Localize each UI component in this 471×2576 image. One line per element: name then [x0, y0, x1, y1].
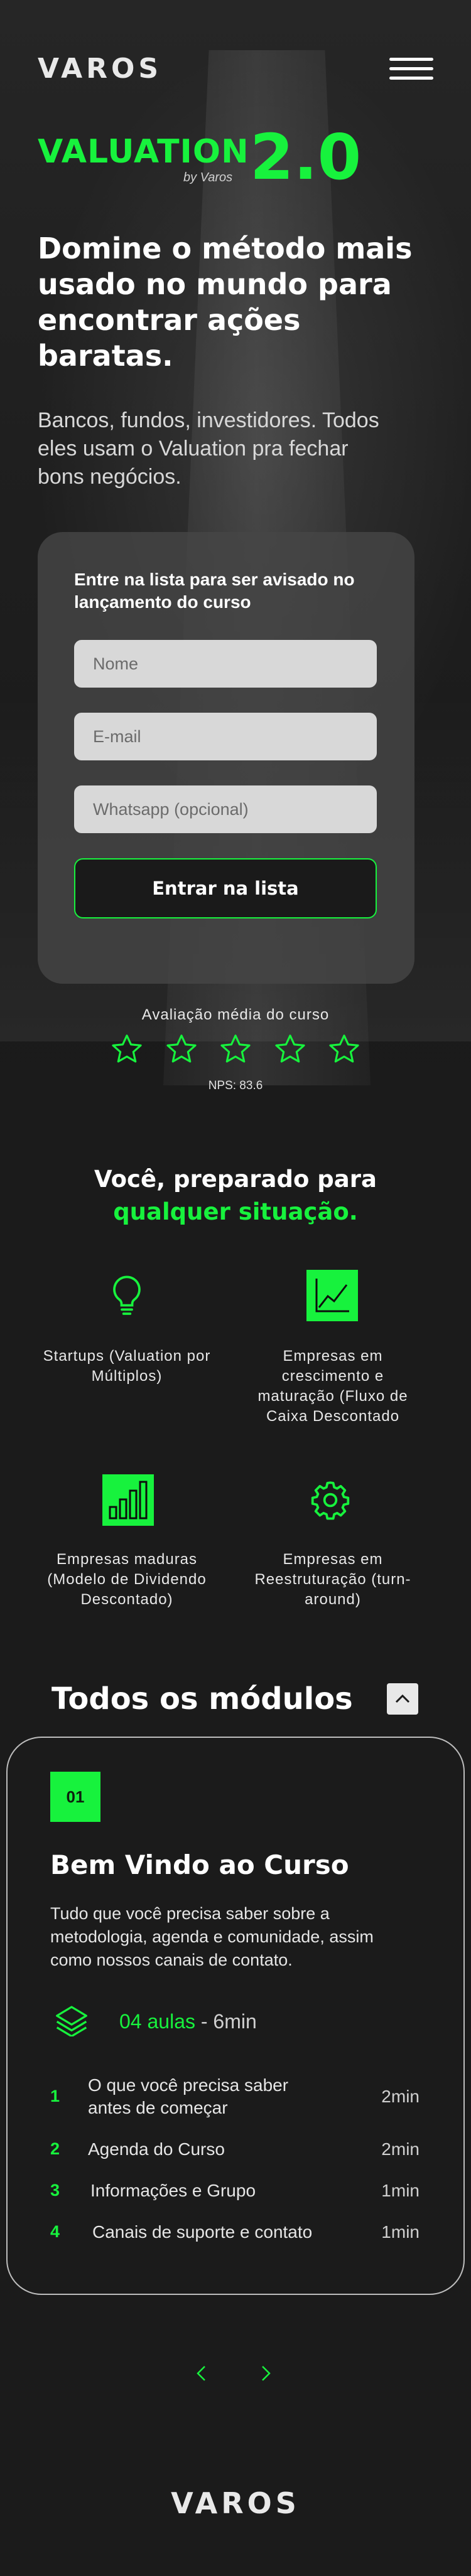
star-icon [274, 1035, 305, 1063]
chevron-right-icon[interactable] [257, 2364, 274, 2386]
lesson-number: 2 [50, 2139, 60, 2158]
rating-stars [110, 1032, 361, 1067]
module-name: Bem Vindo ao Curso [50, 1850, 349, 1880]
lightbulb-icon [107, 1274, 147, 1322]
lesson-duration: 2min [381, 2087, 420, 2106]
module-duration: 6min [213, 2010, 257, 2033]
name-input[interactable] [74, 640, 377, 688]
footer-varos-logo[interactable]: VAROS [0, 2486, 471, 2520]
hamburger-menu-icon[interactable] [389, 58, 433, 86]
module-description: Tudo que você precisa saber sobre a meto… [50, 1904, 374, 1969]
star-icon [112, 1035, 142, 1063]
lesson-item[interactable]: Informações e Grupo [90, 2179, 329, 2202]
situation-growth: Empresas em crescimento e maturação (Flu… [257, 1348, 408, 1425]
rating-label: Avaliação média do curso [141, 1006, 330, 1023]
module-card: 01 Bem Vindo ao Curso Tudo que você prec… [6, 1737, 465, 2295]
hero-subheadline: Bancos, fundos, investidores. Todos eles… [38, 408, 379, 489]
valuation-version: 2.0 [250, 120, 362, 194]
join-list-button[interactable]: Entrar na lista [74, 858, 377, 918]
lessons-count: 04 aulas [119, 2010, 195, 2033]
situations-title-line1: Você, preparado para [94, 1166, 377, 1193]
growth-chart-icon [306, 1270, 358, 1321]
email-input[interactable] [74, 713, 377, 760]
hero-headline: Domine o método mais usado no mundo para… [38, 232, 413, 373]
signup-card: Entre na lista para ser avisado no lança… [38, 532, 414, 984]
module-number: 01 [50, 1772, 100, 1822]
lesson-duration: 1min [381, 2181, 420, 2200]
star-icon [166, 1035, 197, 1063]
chevron-up-icon[interactable] [387, 1683, 418, 1715]
modules-title: Todos os módulos [51, 1681, 353, 1716]
lesson-item[interactable]: Canais de suporte e contato [92, 2221, 356, 2243]
valuation-title: VALUATION [38, 133, 249, 171]
gear-icon [308, 1478, 352, 1525]
star-icon [329, 1035, 359, 1063]
bar-chart-icon [102, 1474, 154, 1526]
situations-title: Você, preparado para qualquer situação. [0, 1163, 471, 1228]
layers-icon [54, 2004, 89, 2040]
lesson-duration: 1min [381, 2222, 420, 2242]
whatsapp-input[interactable] [74, 785, 377, 833]
module-meta: 04 aulas - 6min [119, 2010, 257, 2033]
lesson-number: 3 [50, 2181, 60, 2200]
lesson-number: 4 [50, 2222, 60, 2241]
situation-startups: Startups (Valuation por Múltiplos) [43, 1348, 211, 1385]
lesson-item[interactable]: O que você precisa saber antes de começa… [88, 2074, 327, 2119]
signup-title: Entre na lista para ser avisado no lança… [74, 570, 355, 612]
nps-score: NPS: 83.6 [208, 1079, 263, 1092]
lesson-number: 1 [50, 2087, 60, 2105]
valuation-by: by Varos [183, 171, 233, 184]
situation-restructuring: Empresas em Reestruturação (turn-around) [254, 1551, 411, 1608]
meta-separator: - [195, 2010, 214, 2033]
lesson-duration: 2min [381, 2139, 420, 2159]
lesson-item[interactable]: Agenda do Curso [88, 2138, 327, 2161]
star-icon [220, 1035, 251, 1063]
situations-title-line2: qualquer situação. [113, 1198, 358, 1225]
situation-mature: Empresas maduras (Modelo de Dividendo De… [47, 1551, 207, 1608]
varos-logo[interactable]: VAROS [38, 53, 162, 85]
chevron-left-icon[interactable] [193, 2364, 210, 2386]
